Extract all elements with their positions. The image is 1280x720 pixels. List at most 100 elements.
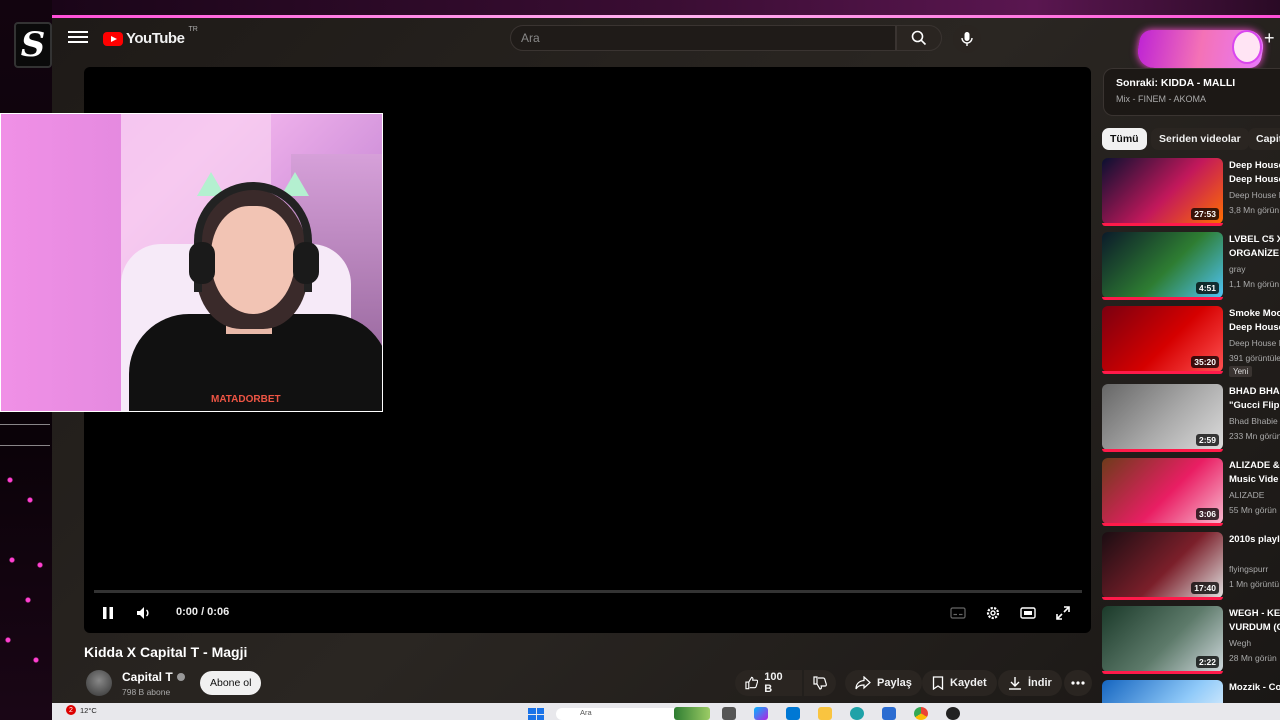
video-thumbnail: 17:40 xyxy=(1102,532,1223,598)
logo-word: YouTube xyxy=(126,30,185,47)
obs-icon[interactable] xyxy=(946,707,960,720)
theater-icon xyxy=(1020,607,1036,619)
recommendation-title-line2: Music Vide xyxy=(1229,474,1279,485)
exit-fullscreen-button[interactable] xyxy=(1053,603,1073,623)
recommendation-item[interactable]: 2:59 BHAD BHAB "Gucci Flip Bhad Bhabie 233 M… xyxy=(1102,384,1280,452)
watch-progress xyxy=(1102,371,1223,374)
edge-icon[interactable] xyxy=(850,707,864,720)
streamer-logo: S xyxy=(14,22,52,68)
theater-mode-button[interactable] xyxy=(1018,603,1038,623)
logo-region: TR xyxy=(188,26,198,33)
volume-button[interactable] xyxy=(134,603,154,623)
recommendation-views: 1,1 Mn görün xyxy=(1229,279,1280,289)
recommendation-item[interactable]: 17:40 2010s playl flyingspurr 1 Mn görüntü xyxy=(1102,532,1280,600)
recommendation-title-line2: VURDUM (C xyxy=(1229,622,1280,633)
recommendation-title: BHAD BHAB "Gucci Flip xyxy=(1229,385,1280,413)
bookmark-icon xyxy=(932,676,944,690)
recommendation-item[interactable]: 27:53 Deep House Deep House Deep House I 3,8… xyxy=(1102,158,1280,226)
weather-widget[interactable]: 2 12°C xyxy=(66,705,97,715)
share-label: Paylaş xyxy=(877,677,912,689)
streamer-webcam: MATADORBET xyxy=(0,113,383,412)
recommendation-views: 3,8 Mn görün xyxy=(1229,205,1280,215)
video-thumbnail: 2:59 xyxy=(1102,384,1223,450)
recommendation-title: Mozzik - Co xyxy=(1229,681,1280,695)
recommendation-title-line1: 2010s playl xyxy=(1229,534,1280,545)
verified-icon xyxy=(176,673,185,681)
recommendation-item[interactable]: 3:06 ALIZADE & Music Vide ALIZADE 55 Mn görü… xyxy=(1102,458,1280,526)
share-button[interactable]: Paylaş xyxy=(845,670,922,696)
menu-icon[interactable] xyxy=(68,28,88,48)
up-next-title: Sonraki: KIDDA - MALLI xyxy=(1116,77,1236,89)
progress-bar[interactable] xyxy=(94,590,1082,593)
watch-progress xyxy=(1102,297,1223,300)
recommendation-title: LVBEL C5 X ORGANİZE xyxy=(1229,233,1280,261)
recommendation-views: 391 görüntüle xyxy=(1229,353,1280,363)
overlay-decoration xyxy=(0,424,50,446)
recommendation-title-line1: ALIZADE & xyxy=(1229,460,1280,471)
search-input[interactable] xyxy=(510,25,896,51)
recommendation-item[interactable]: 35:20 Smoke Moo Deep House Deep House I 391 … xyxy=(1102,306,1280,377)
chip-series-videos[interactable]: Seriden videolar xyxy=(1151,128,1249,150)
chrome-icon[interactable] xyxy=(914,707,928,720)
video-thumbnail: 27:53 xyxy=(1102,158,1223,224)
recommendation-title: WEGH - KE VURDUM (C xyxy=(1229,607,1280,635)
recommendation-title: Smoke Moo Deep House xyxy=(1229,307,1280,335)
download-label: İndir xyxy=(1028,677,1052,689)
recommendation-title-line2: Deep House xyxy=(1229,174,1280,185)
pause-icon xyxy=(103,607,113,619)
download-icon xyxy=(1009,677,1021,690)
volume-icon xyxy=(137,607,149,619)
watch-progress xyxy=(1102,671,1223,674)
like-button[interactable]: 100 B xyxy=(735,670,802,696)
chip-channel[interactable]: Capit xyxy=(1248,128,1280,150)
recommendation-item[interactable]: 2:22 WEGH - KE VURDUM (C Wegh 28 Mn görün xyxy=(1102,606,1280,674)
recommendation-title-line2: Deep House xyxy=(1229,322,1280,333)
settings-button[interactable] xyxy=(983,603,1003,623)
subscribe-button[interactable]: Abone ol xyxy=(200,671,262,695)
windows-start-button[interactable] xyxy=(528,708,544,720)
stream-mascot xyxy=(1232,30,1262,64)
video-thumbnail: 35:20 xyxy=(1102,306,1223,372)
duration-badge: 2:59 xyxy=(1195,434,1219,446)
video-thumbnail: 2:22 xyxy=(1102,606,1223,672)
microphone-icon xyxy=(961,32,973,46)
search-button[interactable] xyxy=(896,25,942,51)
save-label: Kaydet xyxy=(950,677,987,689)
subtitles-button[interactable] xyxy=(948,603,968,623)
download-button[interactable]: İndir xyxy=(998,670,1062,696)
channel-avatar[interactable] xyxy=(86,670,112,696)
save-button[interactable]: Kaydet xyxy=(922,670,997,696)
duration-badge: 27:53 xyxy=(1191,208,1219,220)
recommendation-item[interactable]: 4:51 LVBEL C5 X ORGANİZE gray 1,1 Mn görün xyxy=(1102,232,1280,300)
up-next-card[interactable]: Sonraki: KIDDA - MALLI Mix - FINEM - AKO… xyxy=(1103,68,1280,116)
thumbs-down-icon xyxy=(813,676,827,690)
recommendation-channel: flyingspurr xyxy=(1229,564,1269,574)
duration-badge: 35:20 xyxy=(1191,356,1219,368)
youtube-logo[interactable]: YouTube TR xyxy=(103,26,198,47)
folder-icon[interactable] xyxy=(818,707,832,720)
vscode-icon[interactable] xyxy=(882,707,896,720)
share-icon xyxy=(855,676,871,690)
recommendation-views: 233 Mn görün xyxy=(1229,431,1280,441)
subtitles-icon xyxy=(950,607,966,619)
task-view-icon[interactable] xyxy=(722,707,736,720)
voice-search-button[interactable] xyxy=(953,25,981,53)
create-icon[interactable]: + xyxy=(1264,28,1275,49)
more-horizontal-icon xyxy=(1071,681,1085,685)
video-title: Kidda X Capital T - Magji xyxy=(84,644,248,660)
copilot-icon[interactable] xyxy=(754,707,768,720)
up-next-subtitle: Mix - FINEM - AKOMA xyxy=(1116,94,1206,104)
thumbs-up-icon xyxy=(745,676,759,690)
chip-all[interactable]: Tümü xyxy=(1102,128,1147,150)
video-thumbnail: 4:51 xyxy=(1102,232,1223,298)
more-actions-button[interactable] xyxy=(1064,670,1092,696)
recommendation-title-line1: LVBEL C5 X xyxy=(1229,234,1280,245)
pause-button[interactable] xyxy=(98,603,118,623)
recommendation-views: 55 Mn görün xyxy=(1229,505,1277,515)
store-icon[interactable] xyxy=(786,707,800,720)
recommendation-title-line1: Deep House xyxy=(1229,160,1280,171)
dislike-button[interactable] xyxy=(804,670,836,696)
channel-name[interactable]: Capital T xyxy=(122,670,185,684)
youtube-play-icon xyxy=(103,31,123,46)
recommendation-channel: Deep House I xyxy=(1229,338,1280,348)
